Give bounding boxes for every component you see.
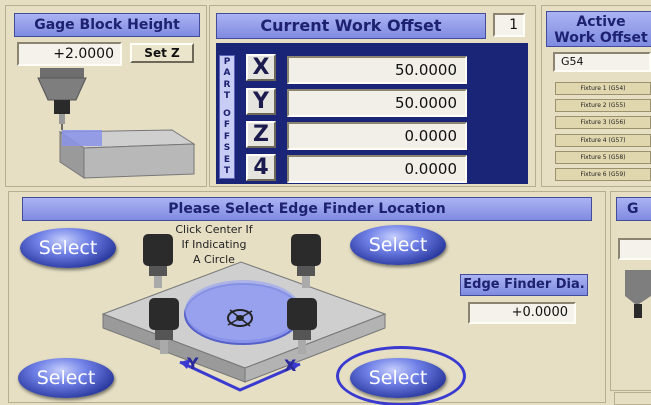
offset-4-field[interactable]: 0.0000 [287,155,467,183]
fixture-4-button[interactable]: Fixture 4 (G57) [555,134,651,147]
right-partial-title: G [616,197,651,221]
select-top-right-button[interactable]: Select [350,225,446,265]
right-bottom-partial-panel [614,392,651,405]
offset-x-field[interactable]: 50.0000 [287,56,467,84]
work-offset-number-field[interactable]: 1 [493,13,525,37]
active-offset-title-line1: Active [576,14,626,30]
side-label-char: S [223,143,231,154]
offset-y-field[interactable]: 50.0000 [287,89,467,117]
select-bottom-left-button[interactable]: Select [18,358,114,398]
side-label-char: T [223,91,231,102]
axis-y-button[interactable]: Y [246,88,276,115]
center-hint-line1: Click Center If [175,223,253,236]
side-label-char: P [223,57,231,67]
edge-finder-axis-y-label: Y [187,354,199,373]
center-hint-line3: A Circle [193,253,235,266]
side-label-char: R [223,79,231,90]
gage-block-title: Gage Block Height [14,13,200,37]
set-z-button[interactable]: Set Z [130,43,194,63]
side-label-char: F [223,120,231,131]
active-offset-title: Active Work Offset [546,11,651,47]
side-label-char: T [223,165,231,176]
side-label-char: A [223,68,231,79]
gage-block-illustration [37,68,196,179]
side-label-char: E [223,154,231,165]
active-offset-title-line2: Work Offset [554,30,648,46]
offset-z-field[interactable]: 0.0000 [287,122,467,150]
edge-finder-dia-label: Edge Finder Dia. [460,274,588,296]
work-offset-title: Current Work Offset [216,13,486,39]
center-hint-line2: If Indicating [181,238,247,251]
side-label-char: F [223,131,231,142]
axis-4-button[interactable]: 4 [246,154,276,181]
edge-finder-title: Please Select Edge Finder Location [22,197,592,221]
right-partial-spindle-icon [625,270,651,318]
center-hint-text: Click Center If If Indicating A Circle [168,222,260,267]
right-partial-field [618,238,651,260]
fixture-3-button[interactable]: Fixture 3 (G56) [555,116,651,129]
gage-block-height-field[interactable]: +2.0000 [17,42,122,66]
fixture-6-button[interactable]: Fixture 6 (G59) [555,168,651,181]
select-top-left-button[interactable]: Select [20,228,116,268]
select-bottom-right-button[interactable]: Select [350,358,446,398]
edge-finder-dia-field[interactable]: +0.0000 [468,302,576,324]
active-offset-field: G54 [553,52,651,72]
fixture-5-button[interactable]: Fixture 5 (G58) [555,151,651,164]
fixture-1-button[interactable]: Fixture 1 (G54) [555,82,651,95]
part-offset-side-label: P A R T O F F S E T [219,55,235,179]
axis-z-button[interactable]: Z [246,121,276,148]
side-label-char: O [223,108,231,119]
axis-x-button[interactable]: X [246,54,276,81]
edge-finder-axis-x-label: X [284,356,297,375]
fixture-2-button[interactable]: Fixture 2 (G55) [555,99,651,112]
